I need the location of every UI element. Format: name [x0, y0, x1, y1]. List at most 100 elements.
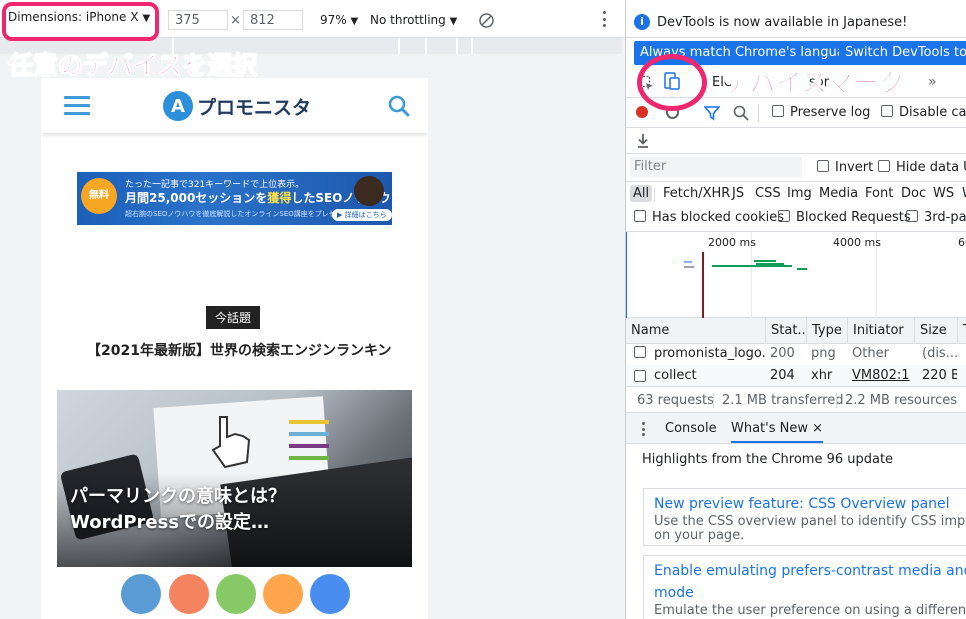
- cell-name: collect: [654, 368, 697, 383]
- card-title[interactable]: New preview feature: CSS Overview panel: [654, 493, 963, 515]
- ad-banner[interactable]: 無料 たった一記事で321キーワードで上位表示。 月間25,000セッションを獲…: [77, 172, 392, 225]
- site-header: A プロモニスタ: [41, 78, 428, 133]
- search-icon[interactable]: [733, 105, 749, 121]
- more-options-icon[interactable]: [601, 11, 607, 27]
- share-button[interactable]: [169, 574, 209, 614]
- third-party-label: 3rd-par: [924, 210, 966, 225]
- type-filter-all[interactable]: All: [630, 185, 653, 202]
- requests-count: 63 requests: [637, 393, 714, 408]
- has-blocked-cookies-label: Has blocked cookies: [652, 210, 785, 225]
- zoom-dropdown[interactable]: 97% ▼: [320, 13, 358, 27]
- import-export-row: [626, 128, 966, 154]
- type-filter-css[interactable]: CSS: [755, 186, 781, 201]
- whats-new-card[interactable]: Enable emulating prefers-contrast media …: [643, 555, 966, 619]
- share-button[interactable]: [216, 574, 256, 614]
- rotate-icon[interactable]: [478, 12, 495, 32]
- device-select-highlight: [2, 2, 159, 41]
- cell-size: (dis...: [922, 346, 957, 361]
- annotation-select-device: 任意のデバイスを選択: [7, 51, 258, 81]
- infobar-text: DevTools is now available in Japanese!: [657, 15, 908, 30]
- height-input[interactable]: 812: [243, 10, 303, 30]
- type-filter-js[interactable]: JS: [732, 186, 744, 201]
- filter-icon[interactable]: [704, 105, 720, 121]
- hero-article-card[interactable]: パーマリンクの意味とは？ WordPressでの設定…: [57, 390, 412, 567]
- zoom-label: 97%: [320, 13, 347, 27]
- disable-cache-checkbox[interactable]: Disable cach: [881, 105, 966, 120]
- column-size[interactable]: Size: [914, 318, 956, 344]
- cell-status: 200: [770, 346, 795, 361]
- resources-size: 2.2 MB resources: [845, 393, 958, 408]
- cell-type: png: [811, 346, 836, 361]
- third-party-checkbox[interactable]: 3rd-par: [906, 210, 966, 225]
- type-filter-fetch[interactable]: Fetch/XHR: [663, 186, 730, 201]
- has-blocked-cookies-checkbox[interactable]: Has blocked cookies: [634, 210, 784, 225]
- close-icon[interactable]: ×: [812, 421, 823, 436]
- card-title[interactable]: mode: [654, 582, 963, 604]
- search-icon[interactable]: [387, 94, 411, 121]
- type-filter-font[interactable]: Font: [865, 186, 893, 201]
- load-marker: [702, 252, 704, 318]
- banner-line2b: 獲得: [267, 191, 292, 205]
- card-description: on your page.: [654, 528, 745, 543]
- hero-title-line2: WordPressでの設定…: [70, 512, 270, 533]
- chevron-down-icon: ▼: [449, 16, 458, 27]
- language-infobar: i DevTools is now available in Japanese!: [626, 0, 966, 38]
- hide-data-urls-label: Hide data UR: [896, 160, 966, 175]
- record-icon[interactable]: [636, 106, 648, 118]
- cell-initiator[interactable]: VM802:1: [847, 365, 913, 387]
- blocked-filters-row: Has blocked cookies Blocked Requests 3rd…: [626, 208, 966, 232]
- drawer-menu-icon[interactable]: [642, 422, 645, 436]
- card-description: Emulate the user preference on using a d…: [654, 603, 966, 618]
- width-input[interactable]: 375: [168, 10, 228, 30]
- table-row[interactable]: collect 204 xhr VM802:1 220 B: [626, 365, 966, 387]
- site-logo[interactable]: A プロモニスタ: [163, 90, 311, 122]
- device-viewport-area: Dimensions: iPhone X ▼ 375 × 812 97% ▼ No…: [0, 0, 625, 619]
- more-tabs-icon[interactable]: »: [928, 74, 937, 90]
- tab-console[interactable]: Console: [665, 421, 717, 436]
- share-button[interactable]: [310, 574, 350, 614]
- trending-tag[interactable]: 今話題: [206, 306, 261, 329]
- card-title[interactable]: Enable emulating prefers-contrast media …: [654, 560, 966, 582]
- whats-new-card[interactable]: New preview feature: CSS Overview panel …: [643, 488, 966, 546]
- drawer-tabs: Console What's New ×: [626, 413, 966, 444]
- banner-line3: 超右腕のSEOノウハウを徹底解説したオンラインSEO講座をプレゼント！: [125, 210, 357, 218]
- banner-person-image: [354, 176, 384, 206]
- tab-whats-new[interactable]: What's New ×: [731, 421, 824, 443]
- preserve-log-label: Preserve log: [790, 105, 871, 120]
- column-name[interactable]: Name: [626, 318, 766, 344]
- switch-language-button[interactable]: Switch DevTools to Ja: [839, 41, 966, 65]
- network-overview-timeline[interactable]: 2000 ms 4000 ms 60: [626, 232, 966, 318]
- blocked-requests-label: Blocked Requests: [796, 210, 911, 225]
- tab-whats-new-label: What's New: [731, 421, 808, 436]
- cell-status: 204: [770, 368, 795, 383]
- type-filter-media[interactable]: Media: [819, 186, 858, 201]
- table-row[interactable]: promonista_logo... 200 png Other (dis...: [626, 343, 966, 365]
- banner-cta[interactable]: ▶ 詳細はこちら: [332, 209, 392, 221]
- cell-type: xhr: [811, 368, 833, 383]
- disable-cache-label: Disable cach: [899, 105, 966, 120]
- cell-size: 220 B: [922, 368, 957, 383]
- download-icon[interactable]: [636, 133, 650, 149]
- requests-table-header: Name Stat... Type Initiator Size T: [626, 318, 966, 344]
- filter-input[interactable]: Filter: [630, 157, 802, 177]
- cell-initiator: Other: [852, 346, 889, 361]
- preserve-log-checkbox[interactable]: Preserve log: [772, 105, 870, 120]
- column-status[interactable]: Stat...: [765, 318, 807, 344]
- type-filter-wasm[interactable]: W: [962, 186, 966, 201]
- article-headline[interactable]: 【2021年最新版】世界の検索エンジンランキン: [87, 340, 392, 360]
- type-filter-doc[interactable]: Doc: [901, 186, 926, 201]
- hide-data-urls-checkbox[interactable]: Hide data UR: [878, 160, 966, 175]
- cell-name: promonista_logo...: [654, 346, 766, 361]
- column-time[interactable]: T: [957, 318, 966, 344]
- type-filter-img[interactable]: Img: [787, 186, 812, 201]
- share-button[interactable]: [121, 574, 161, 614]
- blocked-requests-checkbox[interactable]: Blocked Requests: [778, 210, 911, 225]
- emulated-page: A プロモニスタ 無料 たった一記事で321キーワードで上位表示。 月間25,0…: [41, 78, 428, 619]
- hamburger-menu-icon[interactable]: [64, 96, 90, 115]
- column-type[interactable]: Type: [806, 318, 848, 344]
- share-button[interactable]: [263, 574, 303, 614]
- invert-checkbox[interactable]: Invert: [817, 160, 873, 175]
- type-filter-ws[interactable]: WS: [933, 186, 954, 201]
- throttling-dropdown[interactable]: No throttling ▼: [370, 13, 457, 27]
- hero-title: パーマリンクの意味とは？ WordPressでの設定…: [70, 484, 286, 536]
